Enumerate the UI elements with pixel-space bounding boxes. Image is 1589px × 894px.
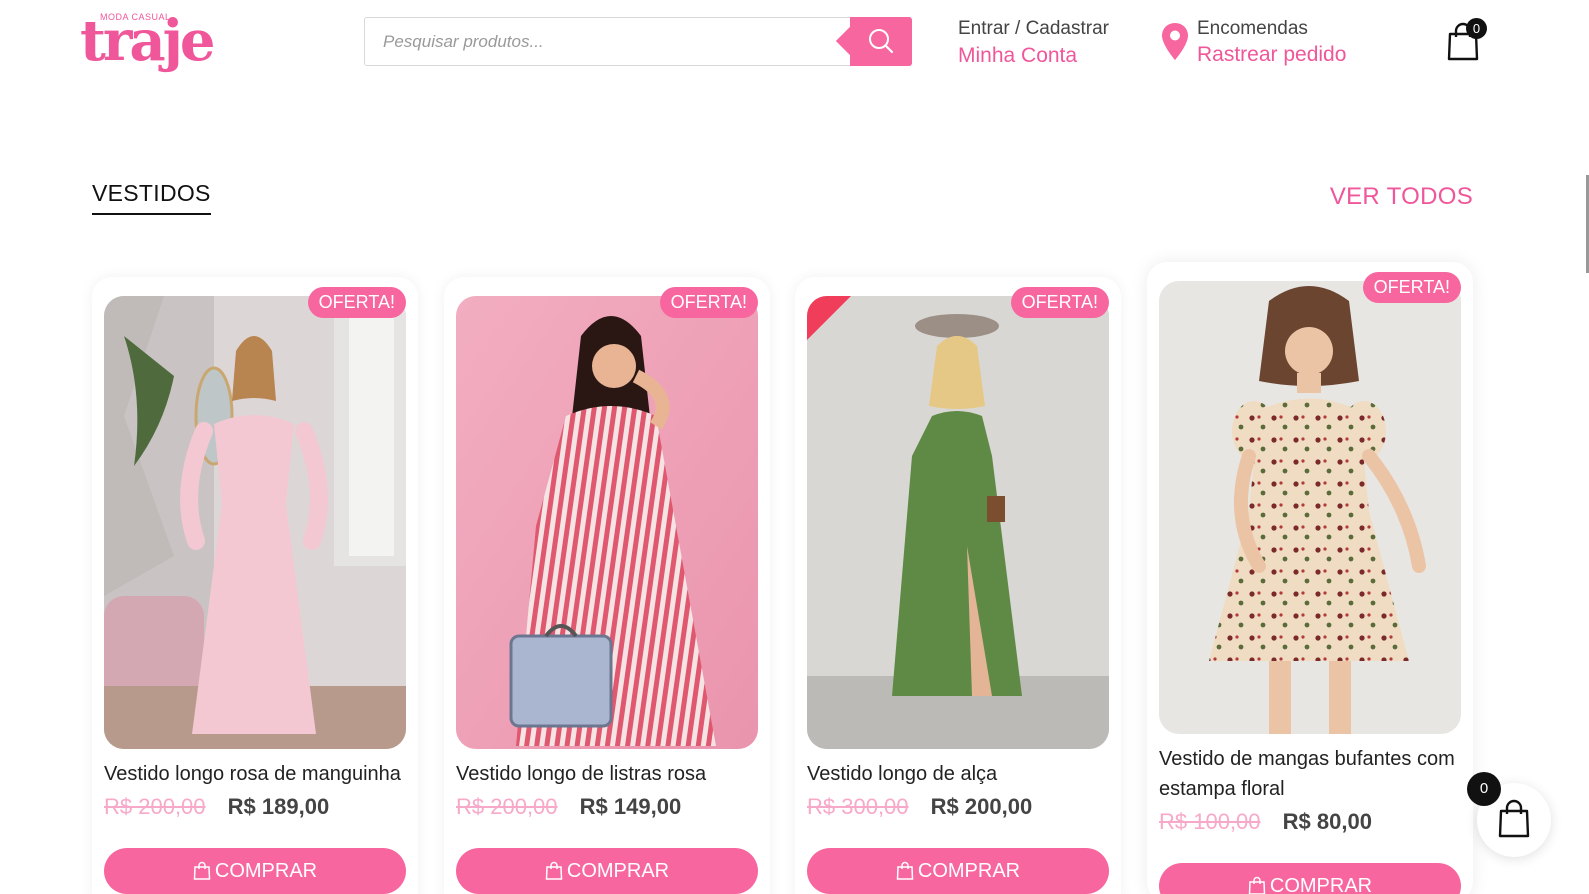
product-prices: R$ 200,00 R$ 149,00	[456, 794, 681, 820]
cart-count-badge: 0	[1466, 18, 1487, 39]
buy-button-label: COMPRAR	[1269, 875, 1373, 894]
site-header: traje MODA CASUAL Entrar / Cadastrar Min…	[0, 0, 1589, 90]
shopping-bag-icon	[896, 861, 914, 880]
product-image[interactable]	[807, 296, 1109, 749]
brand-logo[interactable]: traje MODA CASUAL	[80, 4, 216, 78]
my-account-label: Minha Conta	[958, 44, 1078, 67]
product-photo-striped-dress	[456, 296, 758, 749]
original-price: R$ 200,00	[456, 794, 558, 819]
track-order-label: Rastrear pedido	[1197, 43, 1347, 66]
product-photo-pink-dress	[104, 296, 406, 749]
product-photo-green-dress	[807, 296, 1109, 749]
buy-button[interactable]: COMPRAR	[104, 848, 406, 894]
shopping-bag-icon	[545, 861, 563, 880]
search-bar	[364, 17, 912, 66]
buy-button-label: COMPRAR	[214, 860, 318, 882]
shopping-bag-icon	[1248, 876, 1266, 894]
original-price: R$ 200,00	[104, 794, 206, 819]
sale-price: R$ 149,00	[579, 794, 682, 819]
original-price: R$ 300,00	[807, 794, 909, 819]
login-register-label: Entrar / Cadastrar	[958, 18, 1109, 39]
location-pin-icon	[1162, 23, 1188, 60]
floating-cart-count-badge: 0	[1467, 772, 1501, 806]
product-name[interactable]: Vestido longo de alça	[807, 759, 1112, 789]
see-all-link[interactable]: VER TODOS	[1330, 183, 1473, 211]
product-card[interactable]: OFERTA! Vestido de mangas bufantes com e…	[1147, 262, 1473, 894]
product-image[interactable]	[1159, 281, 1461, 734]
search-button[interactable]	[850, 17, 912, 66]
sale-badge: OFERTA!	[1010, 287, 1109, 318]
section-title: VESTIDOS	[92, 180, 211, 215]
buy-button[interactable]: COMPRAR	[456, 848, 758, 894]
shopping-bag-icon	[193, 861, 211, 880]
product-name[interactable]: Vestido longo de listras rosa	[456, 759, 761, 789]
sale-badge: OFERTA!	[659, 287, 758, 318]
brand-tagline: MODA CASUAL	[100, 12, 171, 22]
product-card[interactable]: OFERTA! Vestido longo de alça R$ 300,00 …	[795, 277, 1121, 894]
header-cart[interactable]: 0	[1446, 18, 1490, 62]
sale-badge: OFERTA!	[1362, 272, 1461, 303]
product-card[interactable]: OFERTA! Vestido longo rosa de manguinha …	[92, 277, 418, 894]
sale-price: R$ 80,00	[1282, 809, 1372, 834]
product-prices: R$ 200,00 R$ 189,00	[104, 794, 329, 820]
orders-label: Encomendas	[1197, 18, 1308, 39]
original-price: R$ 100,00	[1159, 809, 1261, 834]
buy-button[interactable]: COMPRAR	[1159, 863, 1461, 894]
product-card[interactable]: OFERTA! Vestido longo de listras rosa R$…	[444, 277, 770, 894]
sale-price: R$ 189,00	[227, 794, 330, 819]
floating-cart-button[interactable]: 0	[1467, 772, 1551, 857]
product-prices: R$ 100,00 R$ 80,00	[1159, 809, 1372, 835]
account-link[interactable]: Entrar / Cadastrar Minha Conta	[958, 18, 1109, 68]
product-photo-floral-dress	[1159, 281, 1461, 734]
product-image[interactable]	[456, 296, 758, 749]
buy-button-label: COMPRAR	[566, 860, 670, 882]
product-name[interactable]: Vestido de mangas bufantes com estampa f…	[1159, 744, 1464, 804]
buy-button[interactable]: COMPRAR	[807, 848, 1109, 894]
buy-button-label: COMPRAR	[917, 860, 1021, 882]
sale-badge: OFERTA!	[307, 287, 406, 318]
shopping-bag-icon	[1498, 799, 1530, 838]
search-input[interactable]	[365, 18, 852, 65]
sale-price: R$ 200,00	[930, 794, 1033, 819]
product-name[interactable]: Vestido longo rosa de manguinha	[104, 759, 409, 789]
search-icon	[869, 29, 894, 54]
product-prices: R$ 300,00 R$ 200,00	[807, 794, 1032, 820]
product-image[interactable]	[104, 296, 406, 749]
